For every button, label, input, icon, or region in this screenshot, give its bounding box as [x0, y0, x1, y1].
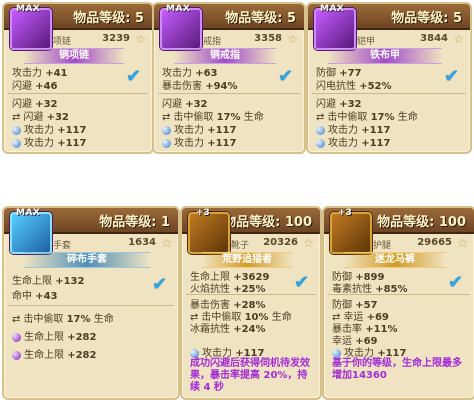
item-icon	[10, 212, 52, 254]
checkmark-icon: ✔	[444, 66, 460, 87]
stat-line: 攻击力 +117	[332, 344, 406, 359]
sub-stat-line: ⇄ 击中偷取 17% 生命	[12, 314, 114, 325]
stat-line: 冰霜抗性 +24%	[190, 324, 266, 335]
star-icon: ☆	[161, 236, 172, 250]
sub-stat-line: 攻击力 +117	[12, 134, 86, 149]
stat-line: 命中 +43	[12, 291, 58, 302]
star-icon: ☆	[303, 236, 314, 250]
item-icon	[188, 212, 230, 254]
set-bonus-description: 基于你的等级，生命上限最多增加14360	[332, 358, 462, 381]
sub-stat-line: 生命上限 +282	[12, 328, 96, 343]
divider	[328, 294, 470, 295]
item-score: 3358	[254, 33, 282, 44]
item-icon	[10, 8, 52, 50]
item-score: 1634	[128, 237, 156, 248]
max-label: MAX	[320, 4, 345, 14]
item-icon	[330, 212, 372, 254]
checkmark-icon: ✔	[152, 274, 168, 295]
item-card-3[interactable]: 物品等级: 5 MAX 铠甲 3844 ☆ 铁布甲 防御 +77 闪电抗性 +5…	[306, 2, 472, 154]
item-type: 铠甲	[357, 37, 376, 47]
star-icon: ☆	[457, 236, 468, 250]
swap-arrows-icon: ⇄	[12, 314, 21, 325]
item-score: 3844	[420, 33, 448, 44]
blue-gem-icon	[190, 348, 199, 358]
checkmark-icon: ✔	[294, 272, 310, 293]
purple-gem-icon	[12, 332, 21, 342]
divider	[8, 93, 148, 94]
stat-line: 闪避 +46	[12, 81, 58, 92]
blue-gem-icon	[316, 138, 325, 148]
checkmark-icon: ✔	[126, 66, 142, 87]
stat-line: 毒素抗性 +85%	[332, 284, 408, 295]
item-name: 碎布手套	[24, 252, 150, 268]
item-name: 迷龙马裤	[344, 252, 446, 268]
blue-gem-icon	[12, 138, 21, 148]
divider	[312, 93, 466, 94]
item-card-1[interactable]: 物品等级: 5 MAX 项链 3239 ☆ 铜项链 攻击力 +41 闪避 +46…	[2, 2, 154, 154]
stat-line: 火焰抗性 +25%	[190, 284, 266, 295]
item-icon	[160, 8, 202, 50]
item-score: 20326	[263, 237, 298, 248]
star-icon: ☆	[453, 32, 464, 46]
max-label: MAX	[16, 4, 41, 14]
checkmark-icon: ✔	[278, 66, 294, 87]
item-level-label: 物品等级: 1	[99, 215, 170, 230]
checkmark-icon: ✔	[448, 272, 464, 293]
item-level-label: 物品等级: 5	[391, 11, 462, 26]
blue-gem-icon	[332, 348, 341, 358]
item-level-label: 物品等级: 5	[225, 11, 296, 26]
item-type: 戒指	[203, 37, 222, 47]
purple-gem-icon	[12, 350, 21, 360]
item-name: 铁布甲	[328, 48, 442, 64]
item-type: 靴子	[231, 241, 250, 251]
item-level-label: 物品等级: 100	[377, 215, 466, 230]
item-score: 3239	[102, 33, 130, 44]
item-icon	[314, 8, 356, 50]
item-card-2[interactable]: 物品等级: 5 MAX 戒指 3358 ☆ 铜戒指 攻击力 +63 暴击伤害 +…	[152, 2, 306, 154]
item-type: 项链	[53, 37, 72, 47]
item-type: 护腿	[373, 241, 392, 251]
sub-stat-line: 生命上限 +282	[12, 346, 96, 361]
max-label: MAX	[166, 4, 191, 14]
item-card-6[interactable]: 物品等级: 100 +3 护腿 29665 ☆ 迷龙马裤 防御 +899 毒素抗…	[322, 206, 474, 400]
item-card-4[interactable]: 物品等级: 1 MAX 手套 1634 ☆ 碎布手套 生命上限 +132 命中 …	[2, 206, 180, 400]
divider	[158, 93, 300, 94]
item-card-5[interactable]: 物品等级: 100 +3 靴子 20326 ☆ 荒野追猎者 生命上限 +3629…	[180, 206, 322, 400]
blue-gem-icon	[162, 138, 171, 148]
star-icon: ☆	[287, 32, 298, 46]
item-name: 铜项链	[24, 48, 124, 64]
max-label: MAX	[16, 208, 41, 218]
stat-line: 暴击伤害 +94%	[162, 81, 238, 92]
divider	[186, 294, 316, 295]
plus-label: +3	[338, 208, 352, 218]
star-icon: ☆	[135, 32, 146, 46]
set-bonus-description: 成功闪避后获得伺机待发效果，暴击率提高 20%，持续 4 秒	[190, 358, 310, 393]
item-name: 荒野追猎者	[202, 252, 292, 268]
item-score: 29665	[417, 237, 452, 248]
item-level-label: 物品等级: 100	[223, 215, 312, 230]
item-name: 铜戒指	[174, 48, 276, 64]
plus-label: +3	[196, 208, 210, 218]
stat-line: 生命上限 +132	[12, 276, 85, 287]
divider	[8, 305, 174, 306]
item-level-label: 物品等级: 5	[73, 11, 144, 26]
stat-line: 闪电抗性 +52%	[316, 81, 392, 92]
stat-line: 攻击力 +117	[190, 344, 264, 359]
sub-stat-line: 攻击力 +117	[162, 134, 236, 149]
item-type: 手套	[53, 241, 72, 251]
sub-stat-line: 攻击力 +117	[316, 134, 390, 149]
